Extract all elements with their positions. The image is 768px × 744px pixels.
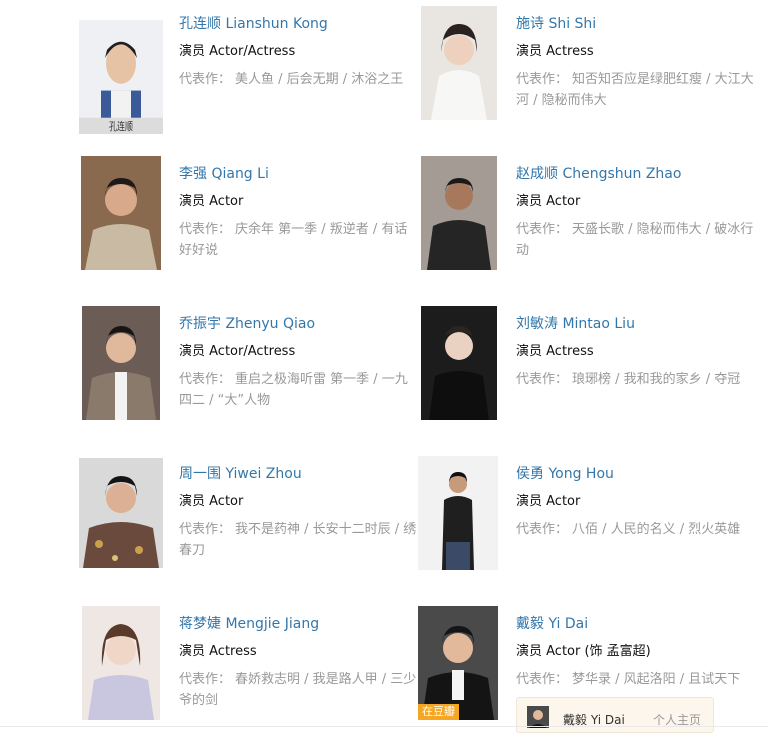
works-list: 琅琊榜 / 我和我的家乡 / 夺冠 bbox=[572, 372, 741, 387]
photo-caption: 孔连顺 bbox=[109, 120, 133, 134]
actor-card: 侯勇 Yong Hou 演员 Actor 代表作： 八佰 / 人民的名义 / 烈火… bbox=[416, 456, 756, 594]
actor-works: 代表作： 琅琊榜 / 我和我的家乡 / 夺冠 bbox=[516, 369, 754, 390]
actor-photo[interactable] bbox=[82, 306, 160, 420]
works-label: 代表作： bbox=[516, 222, 569, 237]
actor-photo[interactable]: 孔连顺 bbox=[79, 20, 163, 134]
actor-role: 演员 Actor/Actress bbox=[179, 344, 296, 359]
actor-name-link[interactable]: 戴毅 Yi Dai bbox=[516, 614, 754, 634]
works-label: 代表作： bbox=[516, 72, 569, 87]
actor-name-link[interactable]: 乔振宇 Zhenyu Qiao bbox=[179, 314, 417, 334]
works-label: 代表作： bbox=[179, 522, 232, 537]
actor-photo[interactable] bbox=[79, 458, 163, 568]
actor-photo[interactable] bbox=[82, 606, 160, 720]
actor-role: 演员 Actor bbox=[179, 494, 244, 509]
actor-role: 演员 Actor bbox=[179, 194, 244, 209]
works-list: 八佰 / 人民的名义 / 烈火英雄 bbox=[572, 522, 741, 537]
actor-photo[interactable] bbox=[418, 456, 498, 570]
actor-role: 演员 Actor/Actress bbox=[179, 44, 296, 59]
actor-works: 代表作： 梦华录 / 风起洛阳 / 且试天下 bbox=[516, 669, 754, 690]
actor-works: 代表作： 知否知否应是绿肥红瘦 / 大江大河 / 隐秘而伟大 bbox=[516, 69, 754, 111]
popup-avatar bbox=[527, 706, 549, 728]
works-label: 代表作： bbox=[179, 672, 232, 687]
actor-card: 乔振宇 Zhenyu Qiao 演员 Actor/Actress 代表作： 重启之… bbox=[79, 306, 419, 444]
actor-role: 演员 Actor (饰 孟富超) bbox=[516, 644, 651, 659]
actor-card: 蒋梦婕 Mengjie Jiang 演员 Actress 代表作： 春娇救志明 /… bbox=[79, 606, 419, 744]
actor-photo[interactable]: 在豆瓣 bbox=[418, 606, 498, 720]
actor-name-link[interactable]: 孔连顺 Lianshun Kong bbox=[179, 14, 417, 34]
actor-works: 代表作： 我不是药神 / 长安十二时辰 / 绣春刀 bbox=[179, 519, 417, 561]
actor-works: 代表作： 春娇救志明 / 我是路人甲 / 三少爷的剑 bbox=[179, 669, 417, 711]
actor-name-link[interactable]: 李强 Qiang Li bbox=[179, 164, 417, 184]
works-label: 代表作： bbox=[179, 372, 232, 387]
actor-name-link[interactable]: 周一围 Yiwei Zhou bbox=[179, 464, 417, 484]
actor-card: 刘敏涛 Mintao Liu 演员 Actress 代表作： 琅琊榜 / 我和我的… bbox=[416, 306, 756, 444]
actor-role: 演员 Actress bbox=[179, 644, 257, 659]
works-label: 代表作： bbox=[516, 372, 569, 387]
actor-role: 演员 Actor bbox=[516, 494, 581, 509]
works-label: 代表作： bbox=[179, 222, 232, 237]
actor-card: 赵成顺 Chengshun Zhao 演员 Actor 代表作： 天盛长歌 / 隐… bbox=[416, 156, 756, 294]
works-label: 代表作： bbox=[516, 522, 569, 537]
actor-name-link[interactable]: 施诗 Shi Shi bbox=[516, 14, 754, 34]
works-label: 代表作： bbox=[516, 672, 569, 687]
actor-card: 孔连顺 孔连顺 Lianshun Kong 演员 Actor/Actress 代… bbox=[79, 14, 419, 144]
actor-works: 代表作： 美人鱼 / 后会无期 / 沐浴之王 bbox=[179, 69, 417, 90]
actor-photo[interactable] bbox=[421, 156, 497, 270]
actor-photo[interactable] bbox=[421, 306, 497, 420]
works-list: 梦华录 / 风起洛阳 / 且试天下 bbox=[572, 672, 741, 687]
actor-card: 李强 Qiang Li 演员 Actor 代表作： 庆余年 第一季 / 叛逆者 /… bbox=[79, 156, 419, 294]
actor-name-link[interactable]: 赵成顺 Chengshun Zhao bbox=[516, 164, 754, 184]
actor-card: 施诗 Shi Shi 演员 Actress 代表作： 知否知否应是绿肥红瘦 / 大… bbox=[416, 6, 756, 144]
actor-works: 代表作： 天盛长歌 / 隐秘而伟大 / 破冰行动 bbox=[516, 219, 754, 261]
profile-popup[interactable]: 戴毅 Yi Dai 个人主页 bbox=[516, 697, 714, 733]
actor-photo[interactable] bbox=[81, 156, 161, 270]
actor-role: 演员 Actress bbox=[516, 344, 594, 359]
actor-name-link[interactable]: 刘敏涛 Mintao Liu bbox=[516, 314, 754, 334]
actor-role: 演员 Actress bbox=[516, 44, 594, 59]
works-label: 代表作： bbox=[179, 72, 232, 87]
actor-card: 周一围 Yiwei Zhou 演员 Actor 代表作： 我不是药神 / 长安十二… bbox=[79, 458, 419, 594]
actor-works: 代表作： 庆余年 第一季 / 叛逆者 / 有话好好说 bbox=[179, 219, 417, 261]
actor-name-link[interactable]: 侯勇 Yong Hou bbox=[516, 464, 754, 484]
douban-badge: 在豆瓣 bbox=[418, 704, 459, 720]
actor-name-link[interactable]: 蒋梦婕 Mengjie Jiang bbox=[179, 614, 417, 634]
works-list: 美人鱼 / 后会无期 / 沐浴之王 bbox=[235, 72, 404, 87]
actor-photo[interactable] bbox=[421, 6, 497, 120]
actor-works: 代表作： 重启之极海听雷 第一季 / 一九四二 / “大”人物 bbox=[179, 369, 417, 411]
actor-works: 代表作： 八佰 / 人民的名义 / 烈火英雄 bbox=[516, 519, 754, 540]
divider bbox=[0, 726, 768, 727]
actor-role: 演员 Actor bbox=[516, 194, 581, 209]
